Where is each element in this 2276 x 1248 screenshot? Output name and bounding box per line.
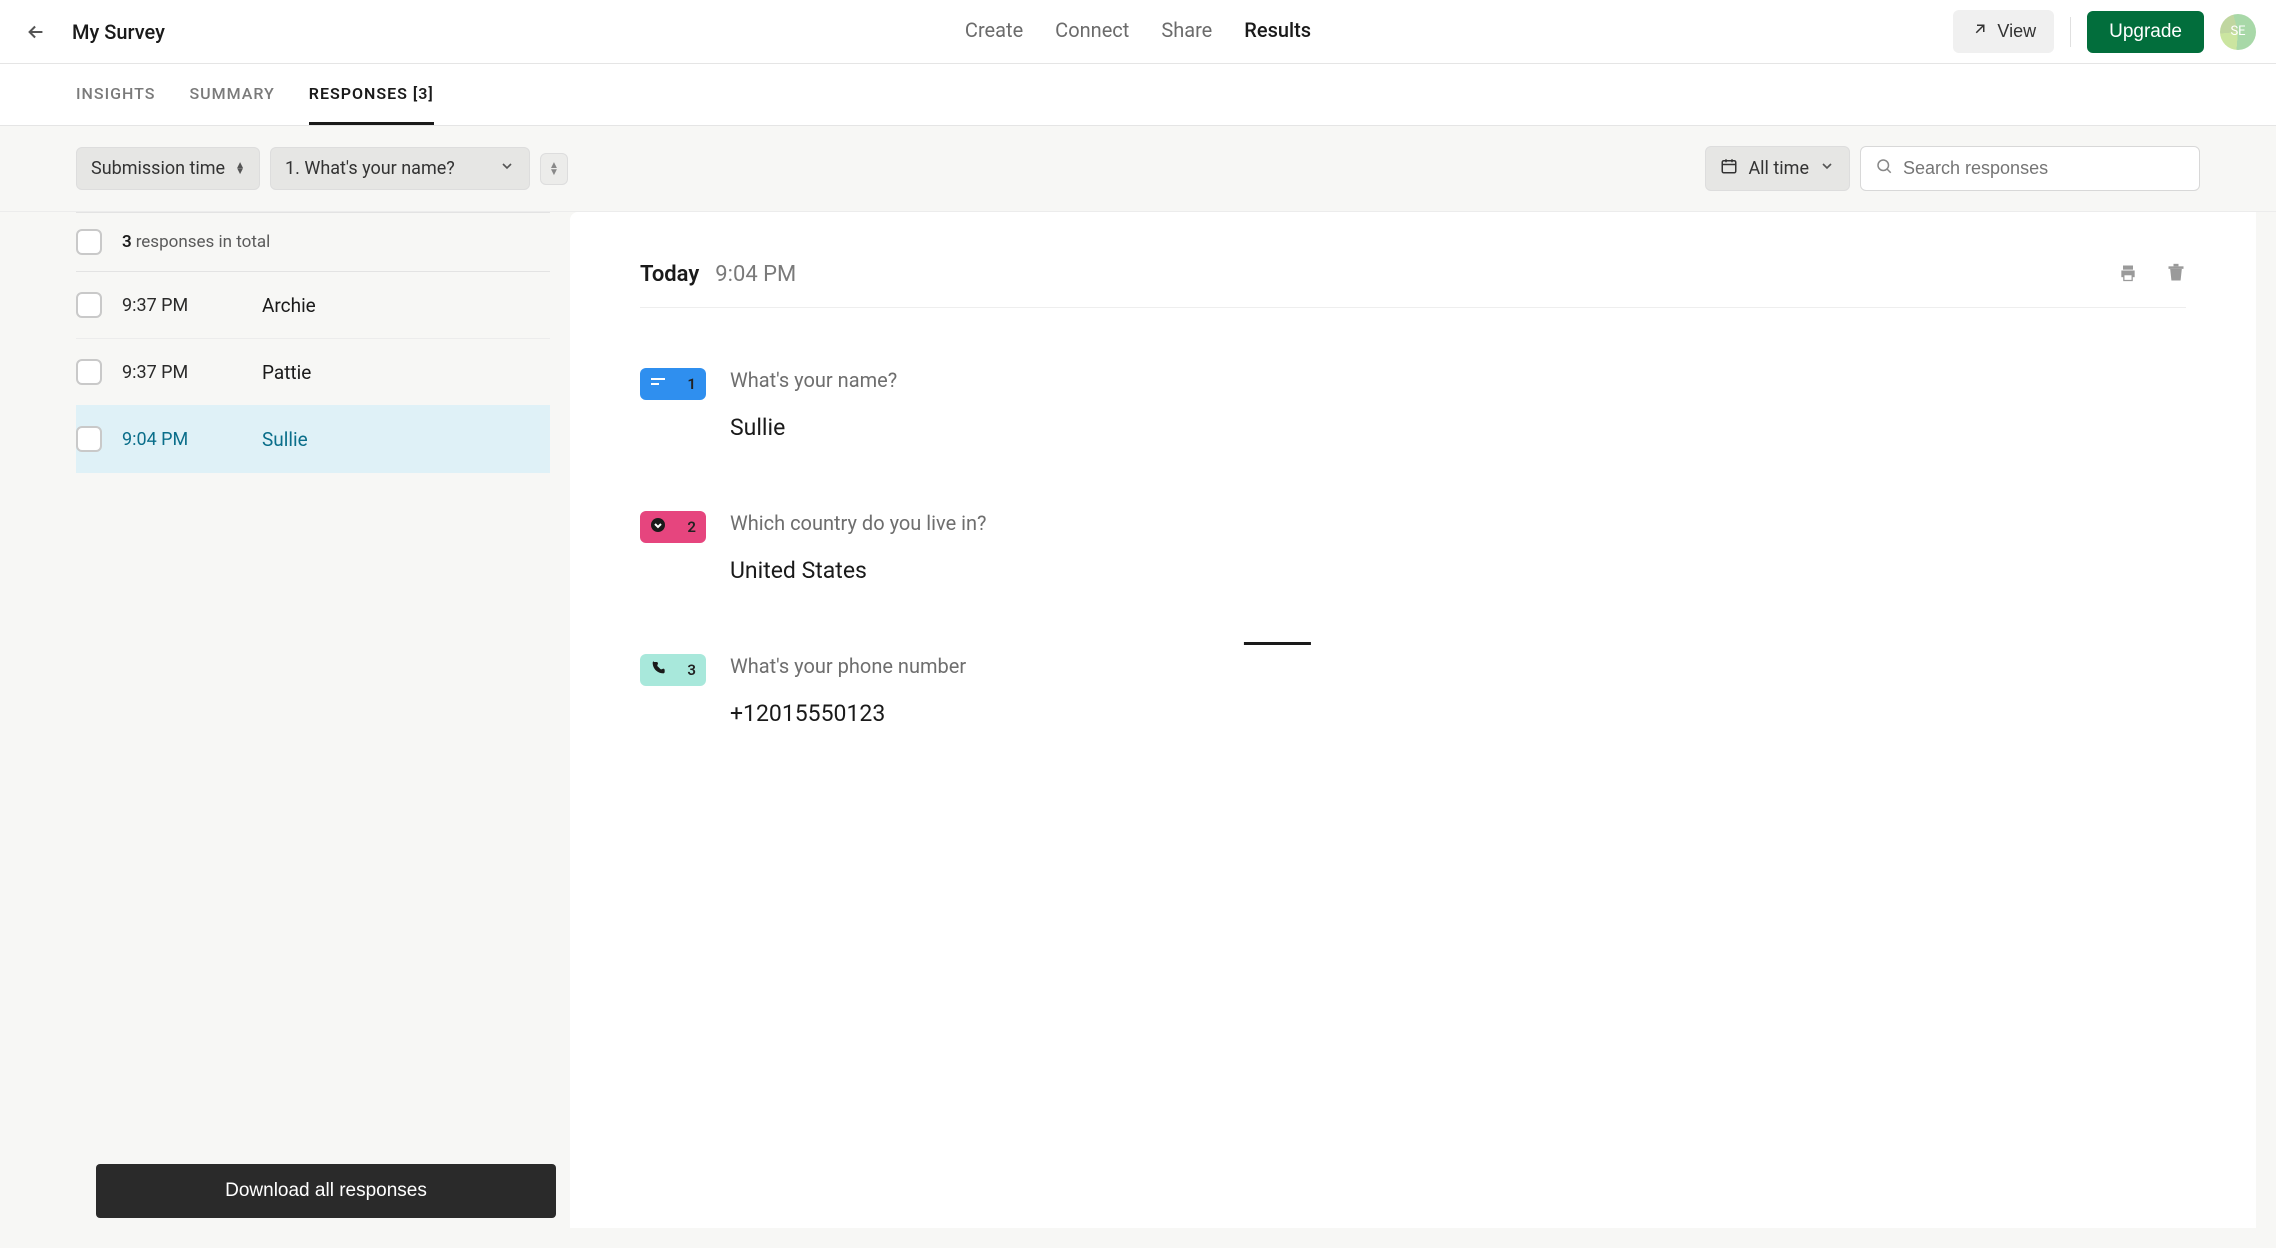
detail-day: Today — [640, 262, 699, 287]
total-count: 3 — [122, 232, 132, 252]
view-button-label: View — [1997, 21, 2036, 42]
topbar-right: View Upgrade SE — [1953, 10, 2256, 53]
subtab-summary[interactable]: SUMMARY — [189, 64, 274, 125]
phone-icon — [650, 660, 666, 680]
response-row[interactable]: 9:37 PM Archie — [76, 272, 550, 339]
select-all-checkbox[interactable] — [76, 229, 102, 255]
detail-time: 9:04 PM — [715, 262, 796, 287]
external-link-icon — [1971, 20, 1989, 43]
question-badge: 1 — [640, 368, 706, 400]
search-input-wrapper[interactable] — [1860, 146, 2200, 191]
view-button[interactable]: View — [1953, 10, 2054, 53]
upgrade-button[interactable]: Upgrade — [2087, 11, 2204, 53]
row-time: 9:04 PM — [122, 429, 242, 450]
qa-list: 1 What's your name? Sullie 2 Which count… — [640, 368, 2186, 727]
search-input[interactable] — [1903, 158, 2185, 179]
total-text: responses in total — [136, 232, 271, 252]
date-filter-label: All time — [1748, 158, 1809, 179]
qa-item: 1 What's your name? Sullie — [640, 368, 2186, 441]
qa-item: 2 Which country do you live in? United S… — [640, 511, 2186, 584]
question-filter-label: 1. What's your name? — [285, 158, 455, 179]
response-row[interactable]: 9:04 PM Sullie — [76, 405, 550, 473]
detail-header: Today 9:04 PM — [640, 262, 2186, 308]
question-number: 1 — [687, 375, 696, 393]
download-all-button[interactable]: Download all responses — [96, 1164, 556, 1218]
divider — [2070, 17, 2071, 47]
tab-connect[interactable]: Connect — [1055, 0, 1129, 645]
date-filter-dropdown[interactable]: All time — [1705, 146, 1850, 191]
question-badge: 3 — [640, 654, 706, 686]
question-number: 3 — [687, 661, 696, 679]
responses-list: 3 responses in total 9:37 PM Archie 9:37… — [20, 212, 550, 1228]
row-name: Archie — [262, 294, 316, 317]
answer-text: +12015550123 — [730, 700, 2186, 727]
chevron-down-icon — [1819, 158, 1835, 179]
sort-label: Submission time — [91, 158, 225, 179]
short-text-icon — [650, 376, 666, 392]
page-title: My Survey — [72, 20, 165, 44]
tab-share[interactable]: Share — [1161, 0, 1212, 645]
question-text: What's your name? — [730, 368, 2186, 392]
qa-item: 3 What's your phone number +12015550123 — [640, 654, 2186, 727]
avatar[interactable]: SE — [2220, 14, 2256, 50]
back-button[interactable] — [20, 16, 52, 48]
list-header: 3 responses in total — [76, 212, 550, 272]
topbar: My Survey Create Connect Share Results V… — [0, 0, 2276, 64]
question-filter-dropdown[interactable]: 1. What's your name? — [270, 147, 530, 190]
dropdown-icon — [650, 517, 666, 537]
row-checkbox[interactable] — [76, 292, 102, 318]
search-icon — [1875, 157, 1893, 180]
sort-caret-icon: ▲▼ — [235, 163, 245, 175]
question-badge: 2 — [640, 511, 706, 543]
row-name: Sullie — [262, 428, 308, 451]
question-number: 2 — [687, 518, 696, 536]
calendar-icon — [1720, 157, 1738, 180]
print-icon[interactable] — [2118, 263, 2138, 287]
row-time: 9:37 PM — [122, 362, 242, 383]
answer-text: Sullie — [730, 414, 2186, 441]
question-text: Which country do you live in? — [730, 511, 2186, 535]
response-row[interactable]: 9:37 PM Pattie — [76, 339, 550, 406]
chevron-down-icon — [499, 158, 515, 179]
row-checkbox[interactable] — [76, 426, 102, 452]
trash-icon[interactable] — [2166, 263, 2186, 287]
secondary-sort-button[interactable]: ▲▼ — [540, 153, 568, 185]
subtab-responses[interactable]: RESPONSES [3] — [309, 64, 434, 125]
response-detail: Today 9:04 PM 1 What's — [570, 212, 2256, 1228]
sort-dropdown[interactable]: Submission time ▲▼ — [76, 147, 260, 190]
subtab-insights[interactable]: INSIGHTS — [76, 64, 155, 125]
row-name: Pattie — [262, 361, 311, 384]
tab-create[interactable]: Create — [965, 0, 1023, 645]
tab-results[interactable]: Results — [1244, 0, 1311, 645]
question-text: What's your phone number — [730, 654, 2186, 678]
top-tabs: Create Connect Share Results — [965, 0, 1311, 645]
row-checkbox[interactable] — [76, 359, 102, 385]
row-time: 9:37 PM — [122, 295, 242, 316]
detail-actions — [2118, 263, 2186, 287]
answer-text: United States — [730, 557, 2186, 584]
